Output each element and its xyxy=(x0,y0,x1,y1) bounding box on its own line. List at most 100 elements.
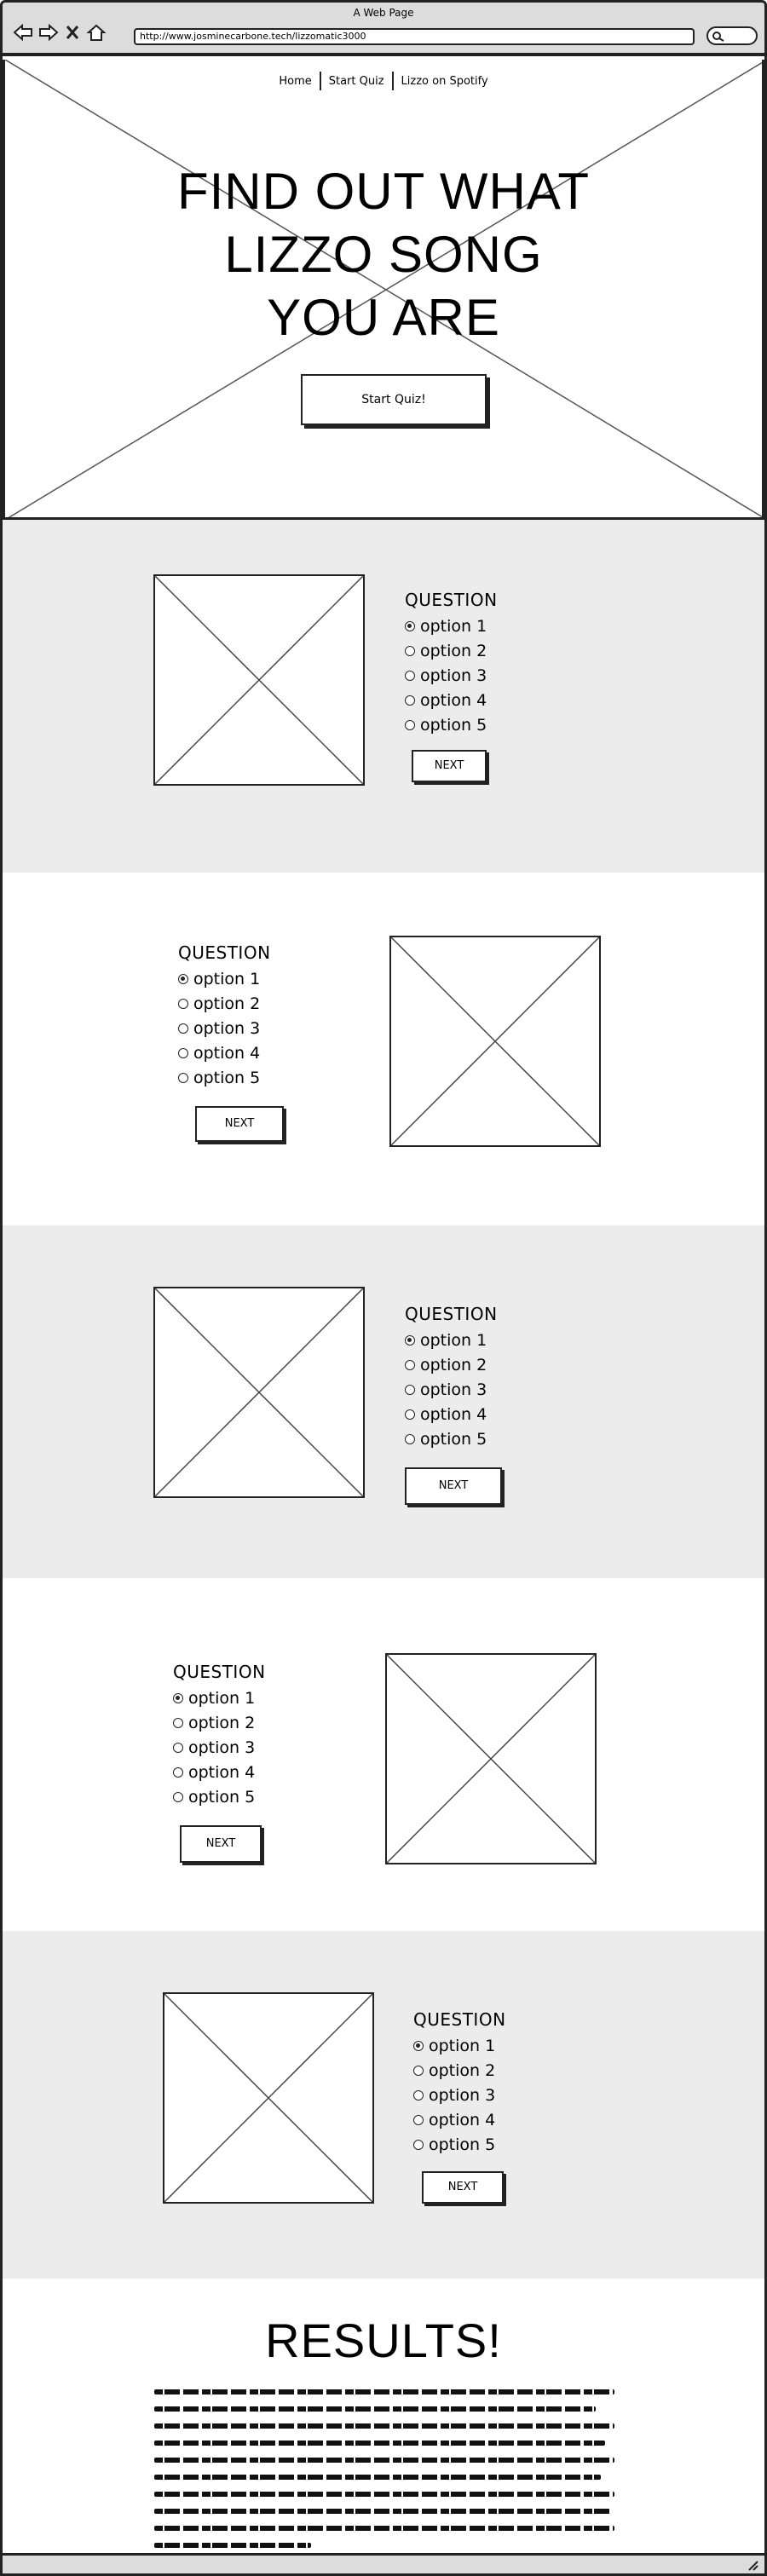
option-label: option 4 xyxy=(420,690,487,710)
close-icon[interactable] xyxy=(64,23,81,42)
radio-button[interactable] xyxy=(178,1023,188,1034)
radio-button[interactable] xyxy=(405,719,415,730)
answer-option[interactable]: option 2 xyxy=(413,2058,506,2083)
headline-line: YOU ARE xyxy=(267,289,500,346)
radio-button[interactable] xyxy=(405,1359,415,1370)
answer-option[interactable]: option 4 xyxy=(178,1040,271,1065)
radio-button[interactable] xyxy=(173,1692,183,1703)
browser-chrome: A Web Page http://www.josminecarbone.tec… xyxy=(0,0,767,56)
next-button[interactable]: NEXT xyxy=(180,1825,262,1863)
option-label: option 1 xyxy=(193,969,261,988)
home-icon[interactable] xyxy=(86,23,107,42)
question-image-placeholder xyxy=(389,936,601,1147)
nav-link-home[interactable]: Home xyxy=(271,74,320,88)
radio-button[interactable] xyxy=(413,2040,424,2051)
radio-button[interactable] xyxy=(405,645,415,656)
option-label: option 2 xyxy=(420,641,487,660)
radio-button[interactable] xyxy=(405,1409,415,1420)
radio-button[interactable] xyxy=(405,620,415,631)
next-button[interactable]: NEXT xyxy=(405,1467,502,1505)
answer-option[interactable]: option 3 xyxy=(413,2083,506,2107)
answer-option[interactable]: option 1 xyxy=(405,614,498,638)
nav-link-spotify[interactable]: Lizzo on Spotify xyxy=(393,74,496,88)
answer-option[interactable]: option 4 xyxy=(173,1760,266,1784)
answer-option[interactable]: option 5 xyxy=(173,1784,266,1809)
radio-button[interactable] xyxy=(413,2065,424,2076)
answer-option[interactable]: option 4 xyxy=(405,1402,498,1426)
start-quiz-button[interactable]: Start Quiz! xyxy=(301,374,487,425)
option-label: option 2 xyxy=(420,1355,487,1374)
answer-option[interactable]: option 3 xyxy=(405,1377,498,1402)
question-image-placeholder xyxy=(153,1287,365,1498)
hero-headline: FIND OUT WHAT LIZZO SONG YOU ARE xyxy=(5,160,762,349)
next-button[interactable]: NEXT xyxy=(422,2171,504,2204)
next-button[interactable]: NEXT xyxy=(412,750,487,782)
option-label: option 5 xyxy=(420,1429,487,1449)
radio-button[interactable] xyxy=(173,1766,183,1778)
option-label: option 4 xyxy=(429,2110,496,2129)
option-label: option 3 xyxy=(193,1018,261,1038)
question-section-4: QUESTION option 1 option 2 option 3 opti… xyxy=(3,1578,764,1931)
resize-grip-icon[interactable] xyxy=(746,2559,759,2571)
text-line-placeholder xyxy=(154,2441,606,2446)
answer-option[interactable]: option 4 xyxy=(405,688,498,712)
option-label: option 3 xyxy=(188,1738,256,1757)
option-label: option 5 xyxy=(188,1787,256,1807)
radio-button[interactable] xyxy=(178,973,188,984)
answer-option[interactable]: option 5 xyxy=(413,2132,506,2157)
answer-option[interactable]: option 1 xyxy=(173,1686,266,1710)
radio-button[interactable] xyxy=(413,2089,424,2101)
headline-line: LIZZO SONG xyxy=(224,226,543,283)
answer-option[interactable]: option 2 xyxy=(405,1352,498,1377)
back-icon[interactable] xyxy=(13,23,33,42)
option-label: option 5 xyxy=(429,2135,496,2154)
address-bar[interactable]: http://www.josminecarbone.tech/lizzomati… xyxy=(134,28,695,45)
answer-option[interactable]: option 2 xyxy=(405,638,498,663)
answer-option[interactable]: option 3 xyxy=(178,1016,271,1040)
search-icon xyxy=(712,32,724,42)
radio-button[interactable] xyxy=(405,1433,415,1444)
option-label: option 4 xyxy=(420,1404,487,1424)
results-text-placeholder xyxy=(154,2389,614,2560)
question-title: QUESTION xyxy=(413,2009,506,2030)
option-label: option 3 xyxy=(420,666,487,685)
answer-option[interactable]: option 4 xyxy=(413,2107,506,2132)
radio-button[interactable] xyxy=(413,2139,424,2150)
browser-search-input[interactable] xyxy=(706,26,758,45)
text-line-placeholder xyxy=(154,2492,614,2497)
nav-link-start-quiz[interactable]: Start Quiz xyxy=(320,74,392,88)
radio-button[interactable] xyxy=(405,1384,415,1395)
answer-option[interactable]: option 2 xyxy=(173,1710,266,1735)
radio-button[interactable] xyxy=(173,1791,183,1802)
radio-button[interactable] xyxy=(173,1717,183,1728)
question-image-placeholder xyxy=(163,1992,374,2204)
answer-option[interactable]: option 1 xyxy=(413,2033,506,2058)
text-line-placeholder xyxy=(154,2389,614,2394)
radio-button[interactable] xyxy=(173,1742,183,1753)
question-block: QUESTION option 1 option 2 option 3 opti… xyxy=(173,1662,266,1809)
answer-option[interactable]: option 2 xyxy=(178,991,271,1016)
answer-option[interactable]: option 1 xyxy=(405,1328,498,1352)
option-label: option 1 xyxy=(429,2036,496,2055)
option-label: option 1 xyxy=(420,1330,487,1350)
radio-button[interactable] xyxy=(405,694,415,706)
text-line-placeholder xyxy=(154,2423,614,2429)
answer-option[interactable]: option 3 xyxy=(405,663,498,688)
option-label: option 2 xyxy=(188,1713,256,1732)
window-title: A Web Page xyxy=(353,7,414,19)
radio-button[interactable] xyxy=(178,1072,188,1083)
option-label: option 2 xyxy=(193,994,261,1013)
forward-icon[interactable] xyxy=(38,23,59,42)
answer-option[interactable]: option 3 xyxy=(173,1735,266,1760)
radio-button[interactable] xyxy=(178,1047,188,1058)
radio-button[interactable] xyxy=(178,998,188,1009)
radio-button[interactable] xyxy=(413,2114,424,2125)
option-label: option 4 xyxy=(193,1043,261,1063)
next-button[interactable]: NEXT xyxy=(195,1106,284,1142)
radio-button[interactable] xyxy=(405,1334,415,1346)
answer-option[interactable]: option 1 xyxy=(178,966,271,991)
radio-button[interactable] xyxy=(405,670,415,681)
answer-option[interactable]: option 5 xyxy=(405,1426,498,1451)
answer-option[interactable]: option 5 xyxy=(178,1065,271,1090)
answer-option[interactable]: option 5 xyxy=(405,712,498,737)
